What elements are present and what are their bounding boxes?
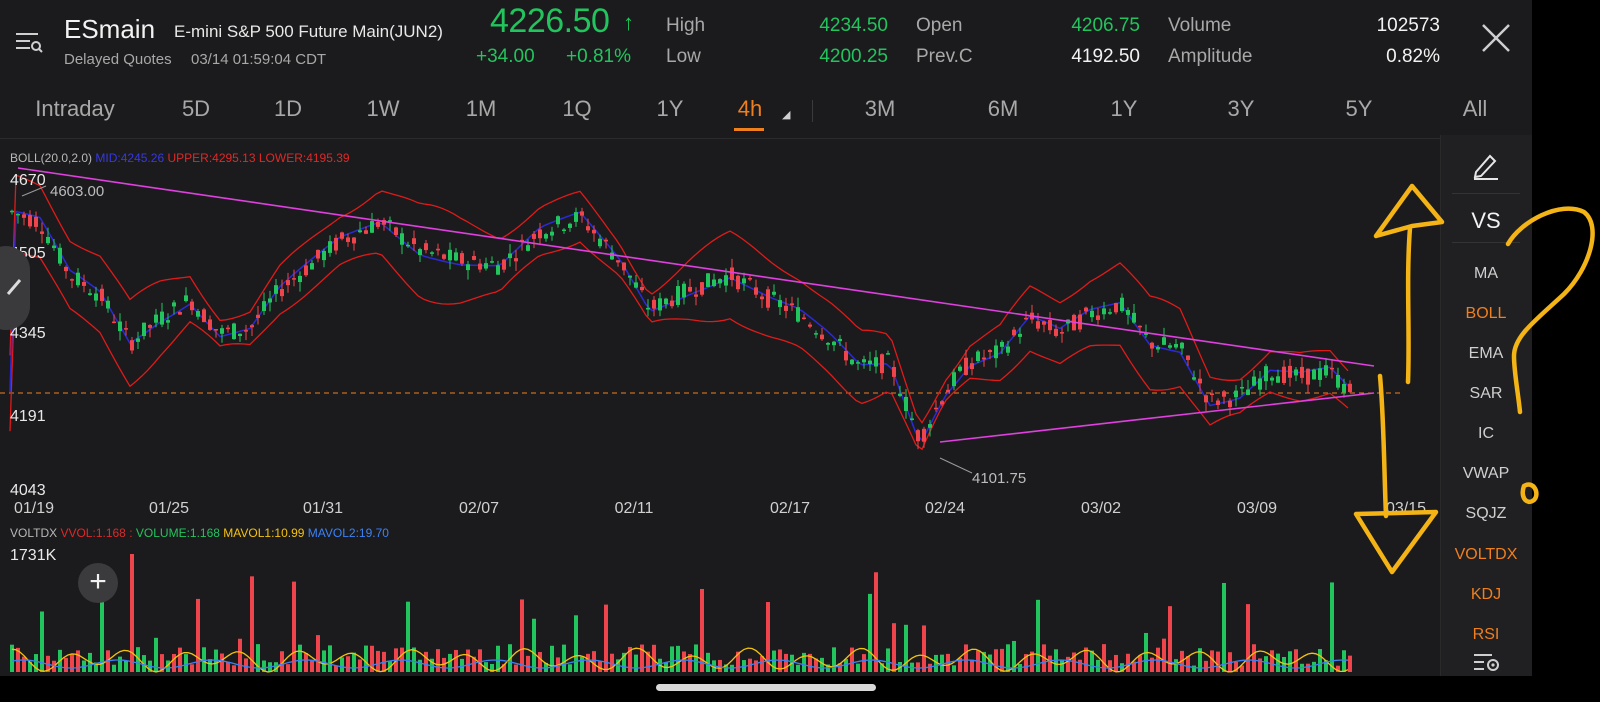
hand-drawn-annotations bbox=[1353, 183, 1595, 575]
dot-doodle bbox=[1520, 482, 1539, 504]
down-arrow-doodle bbox=[1353, 373, 1439, 575]
up-arrow-doodle bbox=[1373, 183, 1445, 385]
home-indicator[interactable] bbox=[656, 684, 876, 691]
question-mark-doodle bbox=[1505, 206, 1595, 415]
